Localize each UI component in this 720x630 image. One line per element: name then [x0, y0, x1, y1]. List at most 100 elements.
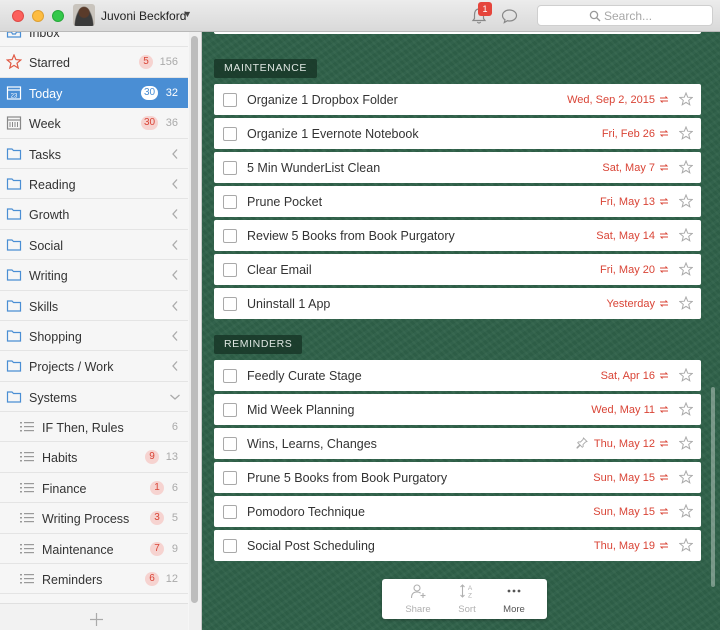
minimize-window-button[interactable] [32, 10, 44, 22]
task-checkbox[interactable] [223, 263, 237, 277]
chevron-left-icon[interactable] [171, 360, 179, 372]
chevron-left-icon[interactable] [171, 148, 179, 160]
chevron-left-icon[interactable] [171, 208, 179, 220]
star-icon[interactable] [679, 228, 693, 242]
sort-label: Sort [458, 604, 476, 615]
sidebar-item-habits[interactable]: Habits 9 13 [0, 442, 188, 473]
sidebar-item-reading[interactable]: Reading [0, 169, 188, 200]
task-title[interactable]: Social Post Scheduling [247, 539, 375, 553]
task-row[interactable]: Prune 5 Books from Book Purgatory Sun, M… [214, 462, 701, 493]
star-icon[interactable] [679, 470, 693, 484]
task-title[interactable]: Mid Week Planning [247, 403, 354, 417]
sidebar-item-writing-process[interactable]: Writing Process 3 5 [0, 503, 188, 534]
chevron-left-icon[interactable] [171, 330, 179, 342]
search-input[interactable] [604, 8, 704, 24]
star-icon[interactable] [679, 92, 693, 106]
star-icon[interactable] [679, 262, 693, 276]
section-heading-reminders[interactable]: REMINDERS [214, 335, 303, 354]
task-title[interactable]: Pomodoro Technique [247, 505, 365, 519]
search-box[interactable] [537, 5, 713, 26]
task-row[interactable]: Organize 1 Dropbox Folder Wed, Sep 2, 20… [214, 84, 701, 115]
chevron-left-icon[interactable] [171, 239, 179, 251]
sidebar-item-reminders[interactable]: Reminders 6 12 [0, 564, 188, 595]
task-checkbox[interactable] [223, 471, 237, 485]
star-icon[interactable] [679, 296, 693, 310]
partially-visible-task[interactable] [214, 32, 701, 34]
section-heading-maintenance[interactable]: MAINTENANCE [214, 59, 318, 78]
sort-button[interactable]: A Z Sort [445, 583, 489, 617]
avatar[interactable] [73, 4, 95, 26]
sidebar-item-shopping[interactable]: Shopping [0, 321, 188, 352]
chevron-left-icon[interactable] [171, 178, 179, 190]
chevron-left-icon[interactable] [171, 269, 179, 281]
star-icon[interactable] [679, 504, 693, 518]
task-row[interactable]: Clear Email Fri, May 20 [214, 254, 701, 285]
star-icon[interactable] [679, 368, 693, 382]
task-row[interactable]: Uninstall 1 App Yesterday [214, 288, 701, 319]
sidebar-scrollbar-thumb[interactable] [191, 36, 198, 603]
star-icon[interactable] [679, 126, 693, 140]
more-button[interactable]: More [492, 583, 536, 617]
task-row[interactable]: Feedly Curate Stage Sat, Apr 16 [214, 360, 701, 391]
sidebar-item-starred[interactable]: Starred 5 156 [0, 47, 188, 78]
chevron-left-icon[interactable] [171, 300, 179, 312]
task-title[interactable]: Review 5 Books from Book Purgatory [247, 229, 455, 243]
task-row[interactable]: Prune Pocket Fri, May 13 [214, 186, 701, 217]
sidebar-item-week[interactable]: Week 30 36 [0, 108, 188, 139]
conversation-icon[interactable] [501, 8, 518, 24]
task-title[interactable]: Prune Pocket [247, 195, 322, 209]
sidebar-item-systems[interactable]: Systems [0, 382, 188, 413]
task-checkbox[interactable] [223, 127, 237, 141]
task-title[interactable]: Prune 5 Books from Book Purgatory [247, 471, 447, 485]
star-icon[interactable] [679, 402, 693, 416]
task-row[interactable]: Wins, Learns, Changes Thu, May 12 [214, 428, 701, 459]
star-icon[interactable] [679, 194, 693, 208]
task-checkbox[interactable] [223, 369, 237, 383]
task-title[interactable]: Uninstall 1 App [247, 297, 330, 311]
sidebar-item-inbox[interactable]: Inbox [0, 32, 188, 48]
task-checkbox[interactable] [223, 403, 237, 417]
sidebar-item-finance[interactable]: Finance 1 6 [0, 473, 188, 504]
task-title[interactable]: Organize 1 Evernote Notebook [247, 127, 419, 141]
sidebar-item-tasks[interactable]: Tasks [0, 139, 188, 169]
sidebar-item-projects-work[interactable]: Projects / Work [0, 351, 188, 382]
task-row[interactable]: Review 5 Books from Book Purgatory Sat, … [214, 220, 701, 251]
task-checkbox[interactable] [223, 437, 237, 451]
sidebar-item-growth[interactable]: Growth [0, 199, 188, 230]
caret-down-icon[interactable]: ▼ [183, 9, 192, 19]
close-window-button[interactable] [12, 10, 24, 22]
task-title[interactable]: 5 Min WunderList Clean [247, 161, 380, 175]
task-row[interactable]: Mid Week Planning Wed, May 11 [214, 394, 701, 425]
task-row[interactable]: Pomodoro Technique Sun, May 15 [214, 496, 701, 527]
star-icon[interactable] [679, 436, 693, 450]
sidebar-item-social[interactable]: Social [0, 230, 188, 261]
task-checkbox[interactable] [223, 229, 237, 243]
zoom-window-button[interactable] [52, 10, 64, 22]
share-button[interactable]: Share [396, 583, 440, 617]
task-checkbox[interactable] [223, 195, 237, 209]
task-checkbox[interactable] [223, 93, 237, 107]
sidebar-item-writing[interactable]: Writing [0, 260, 188, 291]
task-scrollbar[interactable] [711, 387, 715, 587]
sidebar-item-if-then-rules[interactable]: IF Then, Rules 6 [0, 412, 188, 443]
task-checkbox[interactable] [223, 161, 237, 175]
task-row[interactable]: 5 Min WunderList Clean Sat, May 7 [214, 152, 701, 183]
star-icon[interactable] [679, 538, 693, 552]
task-title[interactable]: Clear Email [247, 263, 312, 277]
sidebar-item-label: Skills [29, 299, 59, 314]
task-title[interactable]: Wins, Learns, Changes [247, 437, 377, 451]
sidebar-item-maintenance[interactable]: Maintenance 7 9 [0, 534, 188, 565]
sidebar-item-skills[interactable]: Skills [0, 291, 188, 321]
add-list-icon[interactable] [89, 612, 104, 627]
task-title[interactable]: Feedly Curate Stage [247, 369, 362, 383]
task-checkbox[interactable] [223, 297, 237, 311]
user-name[interactable]: Juvoni Beckford [101, 9, 186, 23]
task-row[interactable]: Social Post Scheduling Thu, May 19 [214, 530, 701, 561]
star-icon[interactable] [679, 160, 693, 174]
task-row[interactable]: Organize 1 Evernote Notebook Fri, Feb 26 [214, 118, 701, 149]
task-checkbox[interactable] [223, 505, 237, 519]
sidebar-item-today[interactable]: 23 Today 30 32 [0, 77, 188, 109]
chevron-down-icon[interactable] [169, 391, 181, 403]
task-checkbox[interactable] [223, 539, 237, 553]
task-title[interactable]: Organize 1 Dropbox Folder [247, 93, 398, 107]
